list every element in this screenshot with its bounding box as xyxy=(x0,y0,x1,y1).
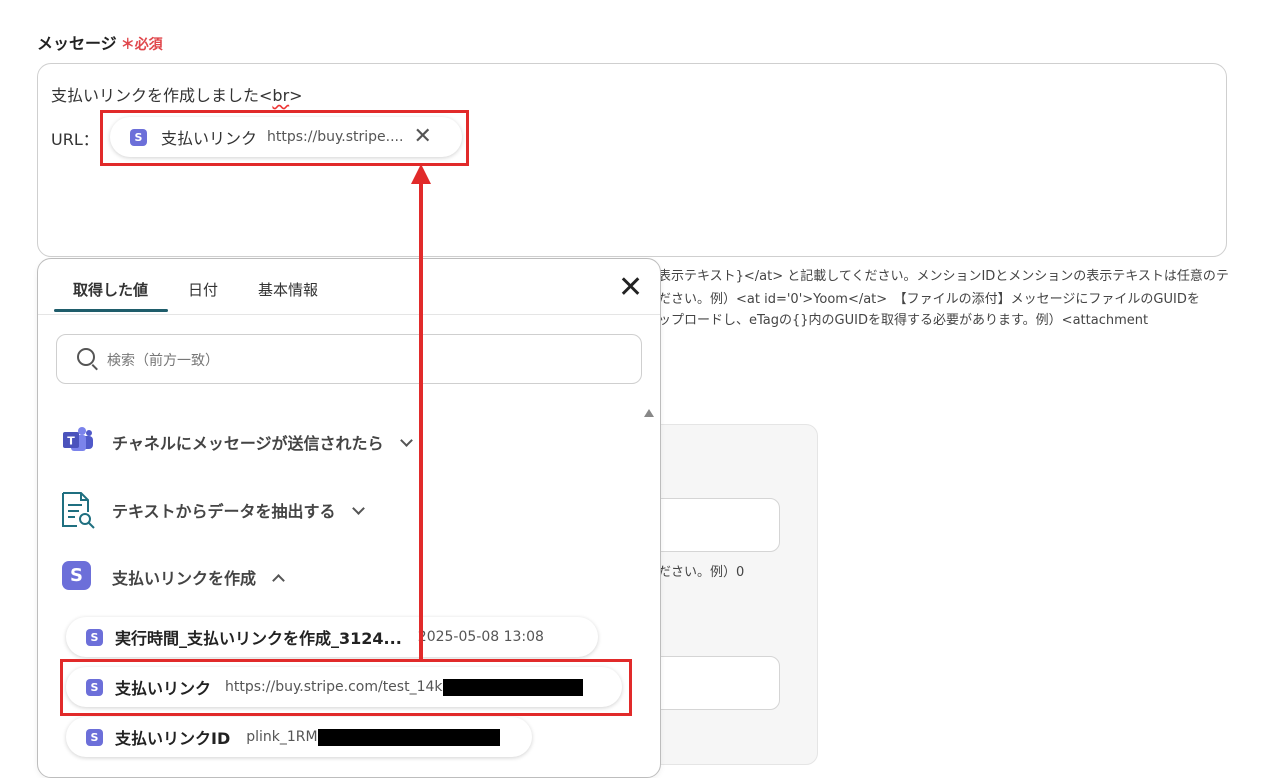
tab-retrieved-values[interactable]: 取得した値 xyxy=(73,279,148,300)
stripe-icon: S xyxy=(62,561,91,590)
scroll-up-arrow-icon[interactable] xyxy=(644,409,654,417)
search-icon xyxy=(77,348,95,366)
help-text-line: 表示テキスト}</at> と記載してください。メンションIDとメンションの表示テ… xyxy=(658,269,1229,284)
field-label-text: メッセージ xyxy=(37,34,117,53)
active-tab-indicator xyxy=(54,309,168,312)
search-placeholder: 検索（前方一致） xyxy=(107,353,219,369)
highlight-box-item xyxy=(60,659,632,716)
document-search-icon xyxy=(62,492,95,529)
item-name: 実行時間_支払いリンクを作成_3124... xyxy=(115,629,402,648)
tab-date[interactable]: 日付 xyxy=(188,279,218,300)
teams-icon: T xyxy=(63,427,93,451)
svg-text:T: T xyxy=(67,435,75,448)
group-create-payment-link[interactable]: 支払いリンクを作成 xyxy=(112,565,285,589)
list-item[interactable]: S 支払いリンクID plink_1RM xyxy=(66,717,532,757)
chevron-down-icon xyxy=(351,502,365,515)
list-item[interactable]: S 実行時間_支払いリンクを作成_3124... 2025-05-08 13:0… xyxy=(66,617,598,657)
item-value: 2025-05-08 13:08 xyxy=(417,629,544,645)
stripe-icon: S xyxy=(86,628,103,646)
help-text-line: ップロードし、eTagの{}内のGUIDを取得する必要があります。例）<atta… xyxy=(658,313,1149,328)
chevron-up-icon xyxy=(272,574,285,587)
group-text-extraction[interactable]: テキストからデータを抽出する xyxy=(112,498,365,522)
stripe-icon: S xyxy=(86,728,103,746)
url-label: URL： xyxy=(51,130,99,149)
chevron-down-icon xyxy=(399,434,413,447)
search-input[interactable]: 検索（前方一致） xyxy=(56,334,642,384)
background-panel xyxy=(640,424,818,765)
background-input[interactable] xyxy=(650,656,780,710)
required-badge: ＊必須 xyxy=(120,37,163,53)
message-line-1: 支払いリンクを作成しました<br> xyxy=(51,86,303,105)
annotation-arrow-head-icon xyxy=(411,164,431,184)
redaction-bar xyxy=(317,728,500,746)
background-example-text: ださい。例）0 xyxy=(658,565,745,580)
item-name: 支払いリンクID xyxy=(115,729,231,748)
help-text-line: ださい。例）<at id='0'>Yoom</at> 【ファイルの添付】メッセー… xyxy=(658,292,1200,307)
annotation-arrow-shaft xyxy=(419,180,423,660)
tab-divider xyxy=(38,314,660,315)
tab-basic-info[interactable]: 基本情報 xyxy=(258,279,318,300)
close-icon[interactable]: ✕ xyxy=(618,273,643,303)
message-field-label: メッセージ ＊必須 xyxy=(37,30,163,54)
highlight-box-chip xyxy=(100,110,469,166)
background-input[interactable] xyxy=(650,498,780,552)
item-value: plink_1RM xyxy=(246,729,318,745)
group-channel-message[interactable]: チャネルにメッセージが送信されたら xyxy=(112,430,413,454)
